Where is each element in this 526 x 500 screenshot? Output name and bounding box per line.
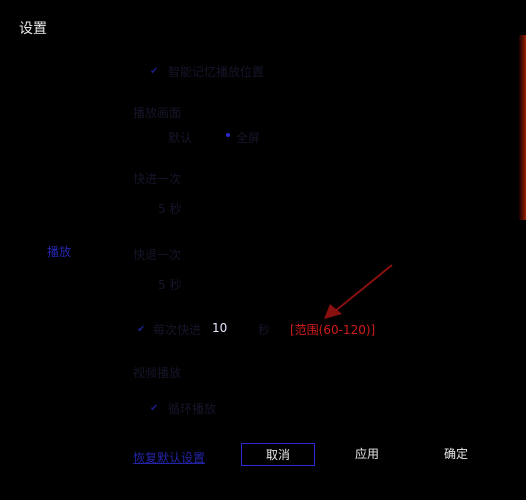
radio-fullscreen-label[interactable]: 全屏 (236, 129, 260, 146)
forward-group-label: 快进一次 (133, 172, 182, 186)
radio-selected-icon[interactable] (226, 133, 230, 137)
settings-window: 设置 ✔ 智能记忆播放位置 播放画面 默认 全屏 快进一次 5 秒 播放 快退一… (0, 0, 526, 500)
apply-button[interactable]: 应用 (330, 443, 404, 466)
cancel-button[interactable]: 取消 (241, 443, 315, 466)
sidebar-item-playback[interactable]: 播放 (47, 243, 71, 260)
rewind-group-label: 快退一次 (133, 248, 182, 262)
window-edge-highlight (519, 35, 526, 220)
seek-checkbox-label: 每次快进 (153, 323, 202, 337)
seek-range-note: [范围(60-120)] (290, 323, 376, 337)
seek-value-input[interactable]: 10 (212, 321, 227, 335)
checkmark-icon[interactable]: ✔ (137, 324, 145, 335)
display-group-label: 播放画面 (133, 106, 182, 120)
radio-default-label[interactable]: 默认 (168, 129, 192, 146)
annotation-arrow-icon (324, 264, 393, 319)
reset-defaults-link[interactable]: 恢复默认设置 (133, 449, 205, 466)
video-group-label: 视频播放 (133, 366, 182, 380)
rewind-value[interactable]: 5 秒 (158, 276, 181, 293)
checkmark-icon[interactable]: ✔ (150, 66, 158, 77)
remember-position-label: 智能记忆播放位置 (168, 65, 265, 79)
forward-value[interactable]: 5 秒 (158, 200, 181, 217)
window-title: 设置 (19, 21, 47, 37)
loop-checkbox-label: 循环播放 (168, 402, 217, 416)
ok-button[interactable]: 确定 (419, 443, 493, 466)
checkmark-icon[interactable]: ✔ (150, 403, 158, 414)
seek-unit-label: 秒 (258, 323, 271, 337)
